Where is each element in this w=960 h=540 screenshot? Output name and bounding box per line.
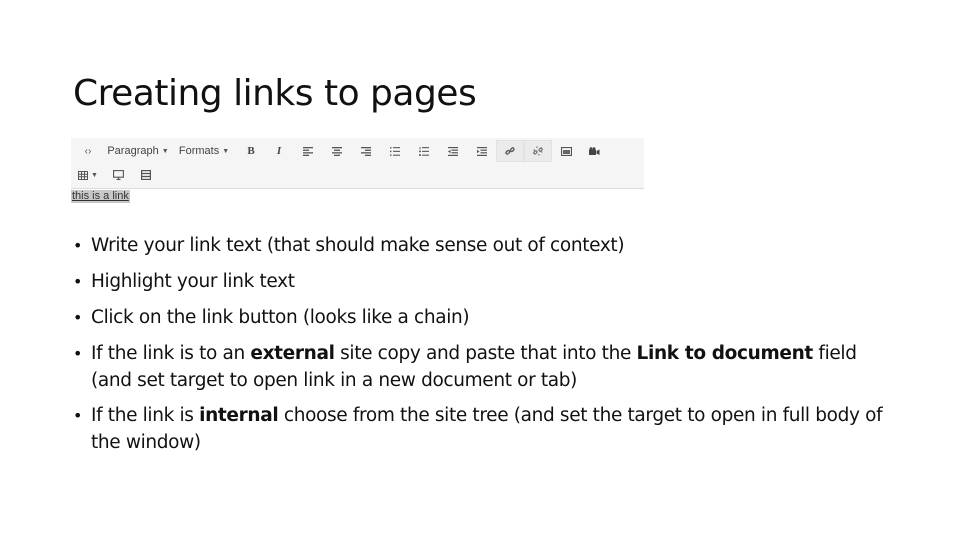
align-center-icon	[331, 146, 342, 156]
emphasis-external: external	[250, 343, 335, 364]
list-item: • Click on the link button (looks like a…	[73, 304, 893, 331]
toolbar-row-2: ▼	[71, 163, 161, 187]
paragraph-label: Paragraph	[107, 145, 159, 157]
bullet-list-button[interactable]	[380, 140, 409, 162]
align-left-icon	[302, 146, 313, 156]
indent-icon	[476, 146, 487, 156]
numbered-list-button[interactable]	[409, 140, 438, 162]
insert-image-button[interactable]	[552, 140, 580, 162]
table-dropdown[interactable]: ▼	[71, 164, 105, 186]
editor-screenshot: ‹› Paragraph ▼ Formats ▼ B I ▼ this is a…	[71, 138, 644, 206]
instruction-list: • Write your link text (that should make…	[73, 232, 893, 456]
numbered-list-icon	[418, 146, 429, 156]
bullet-list-icon	[389, 146, 400, 156]
indent-button[interactable]	[467, 140, 496, 162]
chevron-down-icon: ▼	[161, 147, 169, 155]
table-icon	[78, 170, 89, 180]
emphasis-internal: internal	[199, 405, 279, 426]
toolbar-row-1: ‹› Paragraph ▼ Formats ▼ B I	[71, 139, 608, 163]
insert-media-button[interactable]	[580, 140, 608, 162]
list-item: • If the link is to an external site cop…	[73, 340, 893, 394]
outdent-icon	[447, 146, 458, 156]
link-text-sample[interactable]: this is a link	[71, 190, 130, 203]
list-item: • Highlight your link text	[73, 268, 893, 295]
image-icon	[560, 146, 572, 156]
list-item: • Write your link text (that should make…	[73, 232, 893, 259]
template-button[interactable]	[131, 164, 161, 186]
unlink-icon	[533, 146, 543, 156]
bullet-icon: •	[73, 308, 83, 327]
bullet-icon: •	[73, 236, 83, 255]
outdent-button[interactable]	[438, 140, 467, 162]
monitor-icon	[112, 170, 124, 180]
bold-icon: B	[247, 145, 255, 157]
list-item: • If the link is internal choose from th…	[73, 402, 893, 456]
align-right-icon	[360, 146, 371, 156]
formats-label: Formats	[178, 145, 220, 157]
source-code-button[interactable]: ‹›	[71, 140, 105, 162]
link-icon	[505, 147, 515, 155]
preview-button[interactable]	[105, 164, 131, 186]
editor-toolbar: ‹› Paragraph ▼ Formats ▼ B I ▼	[71, 138, 644, 189]
template-icon	[141, 170, 151, 180]
unlink-button[interactable]	[524, 140, 552, 162]
chevron-down-icon: ▼	[222, 147, 230, 155]
bold-button[interactable]: B	[237, 140, 265, 162]
italic-icon: I	[276, 145, 282, 157]
source-code-icon: ‹›	[84, 145, 92, 157]
media-icon	[588, 146, 599, 155]
align-left-button[interactable]	[293, 140, 322, 162]
align-right-button[interactable]	[351, 140, 380, 162]
chevron-down-icon: ▼	[91, 171, 98, 179]
insert-link-button[interactable]	[496, 140, 524, 162]
formats-dropdown[interactable]: Formats ▼	[171, 140, 237, 162]
bullet-icon: •	[73, 272, 83, 291]
slide-title: Creating links to pages	[73, 73, 477, 114]
italic-button[interactable]: I	[265, 140, 293, 162]
align-center-button[interactable]	[322, 140, 351, 162]
emphasis-link-to-document: Link to document	[636, 343, 814, 364]
paragraph-dropdown[interactable]: Paragraph ▼	[105, 140, 171, 162]
bullet-icon: •	[73, 344, 83, 363]
bullet-icon: •	[73, 406, 83, 425]
